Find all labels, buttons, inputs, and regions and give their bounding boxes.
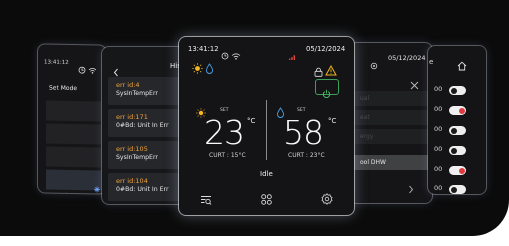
toggle-knob <box>450 87 457 94</box>
row-value: 00 <box>434 105 443 113</box>
page-title: Set Mode <box>49 84 78 93</box>
status-time: 13:41:12 <box>44 59 69 66</box>
warning-icon[interactable] <box>325 61 337 80</box>
menu-grid-icon[interactable] <box>261 190 272 209</box>
device-stage: 13:41:12 Set Mode His err id:4 SysInTemp… <box>0 0 509 236</box>
row-value: 00 <box>434 145 443 153</box>
toggle-knob <box>450 186 457 193</box>
row-value: 00 <box>434 184 443 192</box>
current-temperature: CURT : 23°C <box>288 152 325 159</box>
toggle-knob <box>458 107 465 114</box>
mode-option[interactable] <box>46 123 101 145</box>
temperature-unit: °C <box>328 117 337 125</box>
status-date: 05/12/2024 <box>388 54 426 62</box>
settings-icon <box>370 55 378 74</box>
toggle-switch[interactable] <box>449 126 466 135</box>
toggle-knob <box>450 127 457 134</box>
row-value: 00 <box>434 125 443 133</box>
error-id: err id:105 <box>116 145 148 153</box>
page-title: e <box>429 58 434 66</box>
toggle-settings-screen: e 00 00 00 00 00 00 <box>428 46 486 194</box>
set-mode-screen: 13:41:12 Set Mode <box>38 44 106 194</box>
mode-option-label: ual <box>360 95 370 102</box>
main-thermostat-screen: 13:41:12 05/12/2024 SET 23 °C CURT: 15°… <box>179 37 354 215</box>
toggle-switch[interactable] <box>449 185 466 194</box>
clock-icon <box>78 59 86 78</box>
snowflake-icon <box>94 177 100 193</box>
mode-option-label: ergy <box>360 133 374 140</box>
wifi-icon <box>231 45 241 64</box>
error-message: SysInTempErr <box>116 90 158 97</box>
heating-setpoint[interactable]: 23 <box>204 113 245 152</box>
mode-option-label: eat <box>360 114 370 121</box>
toggle-switch[interactable] <box>449 166 466 175</box>
toggle-knob <box>458 167 465 174</box>
toggle-switch[interactable] <box>449 86 466 95</box>
status-time: 13:41:12 <box>188 45 219 53</box>
wifi-icon <box>88 59 97 78</box>
status-date: 05/12/2024 <box>306 45 346 53</box>
clock-icon <box>221 45 229 64</box>
settings-icon[interactable] <box>321 190 333 209</box>
toggle-switch[interactable] <box>449 106 466 115</box>
error-id: err id:104 <box>116 177 148 185</box>
error-message: 0#Bd: Unit In Err <box>116 186 169 193</box>
mode-option-label: ool DHW <box>360 159 386 166</box>
mode-option-selected[interactable] <box>46 169 101 193</box>
forward-chevron-icon[interactable] <box>408 179 414 198</box>
row-value: 00 <box>434 165 443 173</box>
current-temperature: CURT : 15°C <box>209 152 246 159</box>
error-id: err id:4 <box>116 81 140 89</box>
sun-icon <box>192 59 203 78</box>
signal-icon <box>288 46 296 65</box>
status-text: Idle <box>260 170 273 178</box>
error-message: 0#Bd: Unit In Err <box>116 122 169 129</box>
row-value: 00 <box>434 85 443 93</box>
mode-select-screen: 05/12/2024 ual eat ergy ool DHW <box>350 43 432 203</box>
history-icon[interactable] <box>200 191 212 210</box>
zone-divider <box>266 100 267 160</box>
mode-option[interactable]: ergy <box>354 129 428 144</box>
error-message: SysInTempErr <box>116 154 158 161</box>
error-id: err id:171 <box>116 113 148 121</box>
mode-option[interactable] <box>46 100 101 122</box>
toggle-knob <box>450 147 457 154</box>
mode-option-selected[interactable]: ool DHW <box>354 155 428 170</box>
power-button[interactable] <box>315 79 339 98</box>
water-drop-icon <box>205 59 214 78</box>
toggle-switch[interactable] <box>449 146 466 155</box>
home-icon[interactable] <box>457 56 467 75</box>
mode-option[interactable]: eat <box>354 110 428 125</box>
mode-option[interactable] <box>46 146 101 168</box>
dhw-setpoint[interactable]: 58 <box>283 113 324 152</box>
mode-option[interactable]: ual <box>354 91 428 106</box>
back-chevron-icon[interactable] <box>62 185 68 194</box>
temperature-unit: °C <box>247 117 256 125</box>
power-icon <box>322 83 331 102</box>
